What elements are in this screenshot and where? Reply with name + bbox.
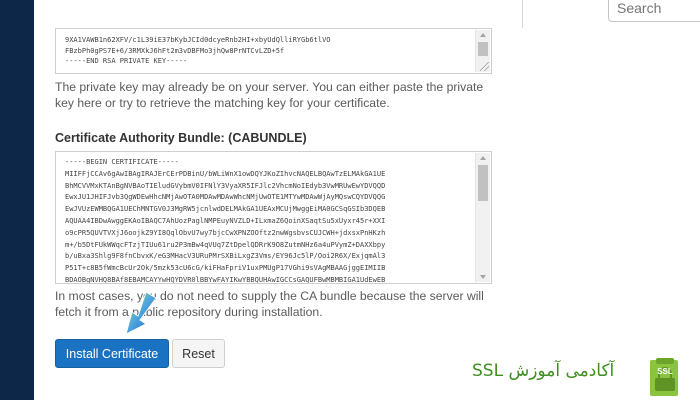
left-sidebar <box>0 0 34 400</box>
scroll-up-arrow-icon[interactable] <box>480 156 486 160</box>
reset-button[interactable]: Reset <box>172 339 225 368</box>
cabundle-help-text: In most cases, you do not need to supply… <box>55 289 484 319</box>
header-divider <box>522 0 523 28</box>
resize-grip-icon[interactable] <box>480 62 489 71</box>
private-key-textarea[interactable]: 9XA1VAWB1n62XFV/c1L39iE37bKybJCId0dcyeRn… <box>55 28 492 74</box>
scroll-thumb[interactable] <box>478 165 488 201</box>
cabundle-scrollbar[interactable] <box>475 153 490 282</box>
brand-text: آکادمی آموزش SSL <box>472 361 615 381</box>
scroll-up-arrow-icon[interactable] <box>480 33 486 37</box>
search-input[interactable] <box>608 0 700 22</box>
scroll-down-arrow-icon[interactable] <box>480 275 486 279</box>
pointer-arrow-icon <box>125 292 157 335</box>
cabundle-textarea[interactable]: -----BEGIN CERTIFICATE----- MIIFFjCCAv6gA… <box>55 151 492 284</box>
private-key-content: 9XA1VAWB1n62XFV/c1L39iE37bKybJCId0dcyeRn… <box>65 36 331 65</box>
cabundle-label: Certificate Authority Bundle: (CABUNDLE) <box>55 131 307 145</box>
private-key-help-text: The private key may already be on your s… <box>55 80 484 110</box>
scroll-thumb[interactable] <box>478 42 488 56</box>
ssl-badge-icon: SSL <box>650 358 678 396</box>
cabundle-content: -----BEGIN CERTIFICATE----- MIIFFjCCAv6gA… <box>65 158 386 284</box>
ssl-badge-label: SSL <box>657 367 673 376</box>
install-certificate-button[interactable]: Install Certificate <box>55 339 169 368</box>
